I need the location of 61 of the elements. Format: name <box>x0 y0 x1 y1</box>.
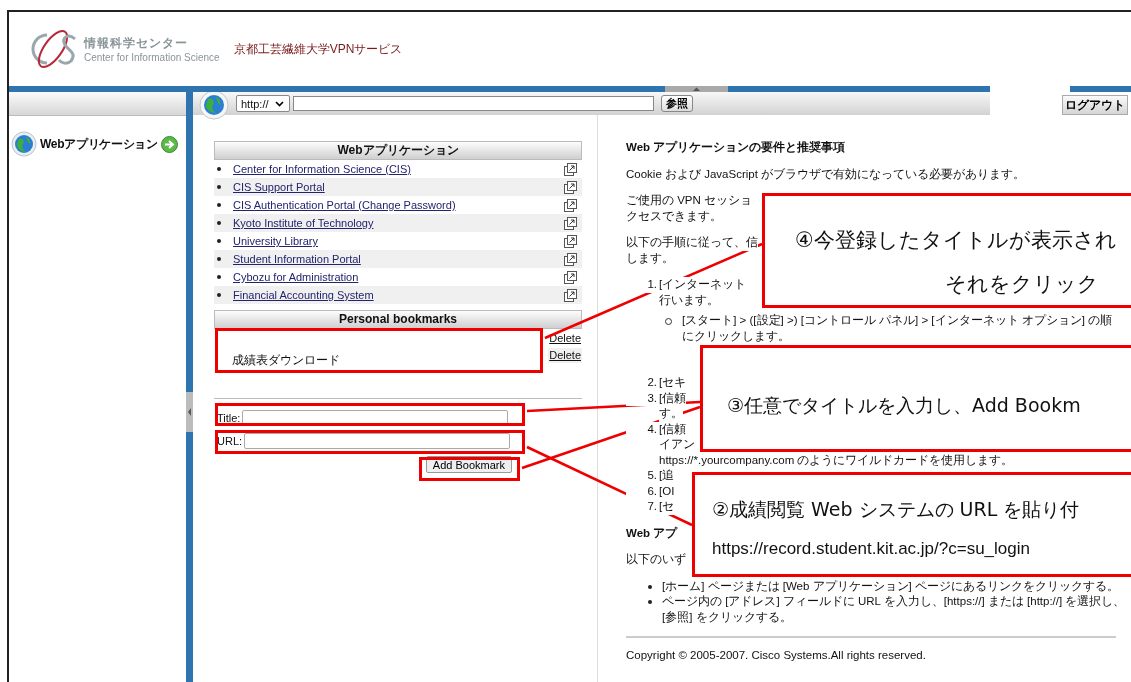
browse-button[interactable]: 参照 <box>661 95 693 112</box>
paragraph: 以下のいず <box>626 552 686 568</box>
paragraph: ご使用の VPN セッショ クセスできます。 <box>626 193 753 224</box>
bullet-icon <box>648 600 652 604</box>
paragraph: 以下の手順に従って、信 します。 <box>626 235 758 266</box>
bullet-icon <box>217 167 221 171</box>
chevron-down-icon <box>274 100 284 107</box>
delete-link[interactable]: Delete <box>548 348 582 363</box>
callout-text: それをクリック <box>945 271 1100 298</box>
popout-icon[interactable] <box>564 270 577 284</box>
address-field[interactable] <box>293 96 654 111</box>
service-title: 京都工芸繊維大学VPNサービス <box>233 40 403 58</box>
sidebar-item[interactable]: Webアプリケーション <box>9 116 186 157</box>
callout-text: https://record.student.kit.ac.jp/?c=su_login <box>712 539 1031 559</box>
bullet-icon <box>217 293 221 297</box>
callout-text: ③任意でタイトルを入力し、Add Bookm <box>727 393 1082 418</box>
popout-icon[interactable] <box>564 180 577 194</box>
bullet-icon <box>217 239 221 243</box>
globe-icon <box>199 89 229 120</box>
step-text: [インターネット 行います。 <box>659 277 747 308</box>
sub-step-text: [スタート] > ([設定] >) [コントロール パネル] > [インターネット オプション] の順 にクリックします。 <box>682 313 1113 344</box>
field-label: URL: <box>217 434 243 447</box>
app-link[interactable]: Center for Information Science (CIS) <box>233 163 564 175</box>
popout-icon[interactable] <box>564 234 577 248</box>
callout-text: ④今登録したタイトルが表示され <box>795 227 1118 254</box>
popout-icon[interactable] <box>564 288 577 302</box>
bookmark-title: 成績表ダウンロード <box>232 352 340 369</box>
app-link[interactable]: University Library <box>233 235 564 247</box>
bullet-icon <box>217 203 221 207</box>
org-name: 情報科学センター <box>84 35 189 52</box>
step-text: [セキ <box>659 375 687 391</box>
step-text: [セ <box>659 499 675 515</box>
popout-icon[interactable] <box>564 198 577 212</box>
protocol-select[interactable]: http:// <box>236 95 290 112</box>
step-text: [追 <box>659 468 675 484</box>
callout-text: ②成績閲覧 Web システムの URL を貼り付 <box>712 497 1081 522</box>
collapse-tab-icon[interactable] <box>665 86 728 92</box>
header-bar <box>1070 86 1131 92</box>
bullet-icon <box>217 257 221 261</box>
arrow-right-icon <box>160 135 178 153</box>
section-heading: Web アプリケーションの要件と推奨事項 <box>626 140 846 156</box>
popout-icon[interactable] <box>564 252 577 266</box>
org-name-english: Center for Information Science <box>84 52 220 63</box>
bullet-icon <box>648 584 652 589</box>
popout-icon[interactable] <box>564 216 577 230</box>
field-label: Title: <box>217 411 241 424</box>
section-header: Personal bookmarks <box>214 310 582 329</box>
bullet-icon <box>217 221 221 225</box>
popout-icon[interactable] <box>564 162 577 176</box>
bullet-icon <box>217 275 221 279</box>
bullet-icon <box>217 185 221 189</box>
collapse-handle-icon[interactable] <box>186 392 193 432</box>
section-header: Webアプリケーション <box>214 141 582 160</box>
logout-button[interactable]: ログアウト <box>1062 95 1128 115</box>
globe-icon <box>11 131 37 157</box>
app-link[interactable]: CIS Authentication Portal (Change Password) <box>233 199 564 211</box>
step-number: 4. <box>626 421 659 437</box>
step-text: [信頼 す。 <box>659 390 687 422</box>
section-heading: Web アプ <box>626 525 678 541</box>
paragraph: Copyright © 2005-2007. Cisco Systems.All rights reserved. <box>626 648 926 664</box>
app-link[interactable]: Cybozu for Administration <box>233 271 564 283</box>
